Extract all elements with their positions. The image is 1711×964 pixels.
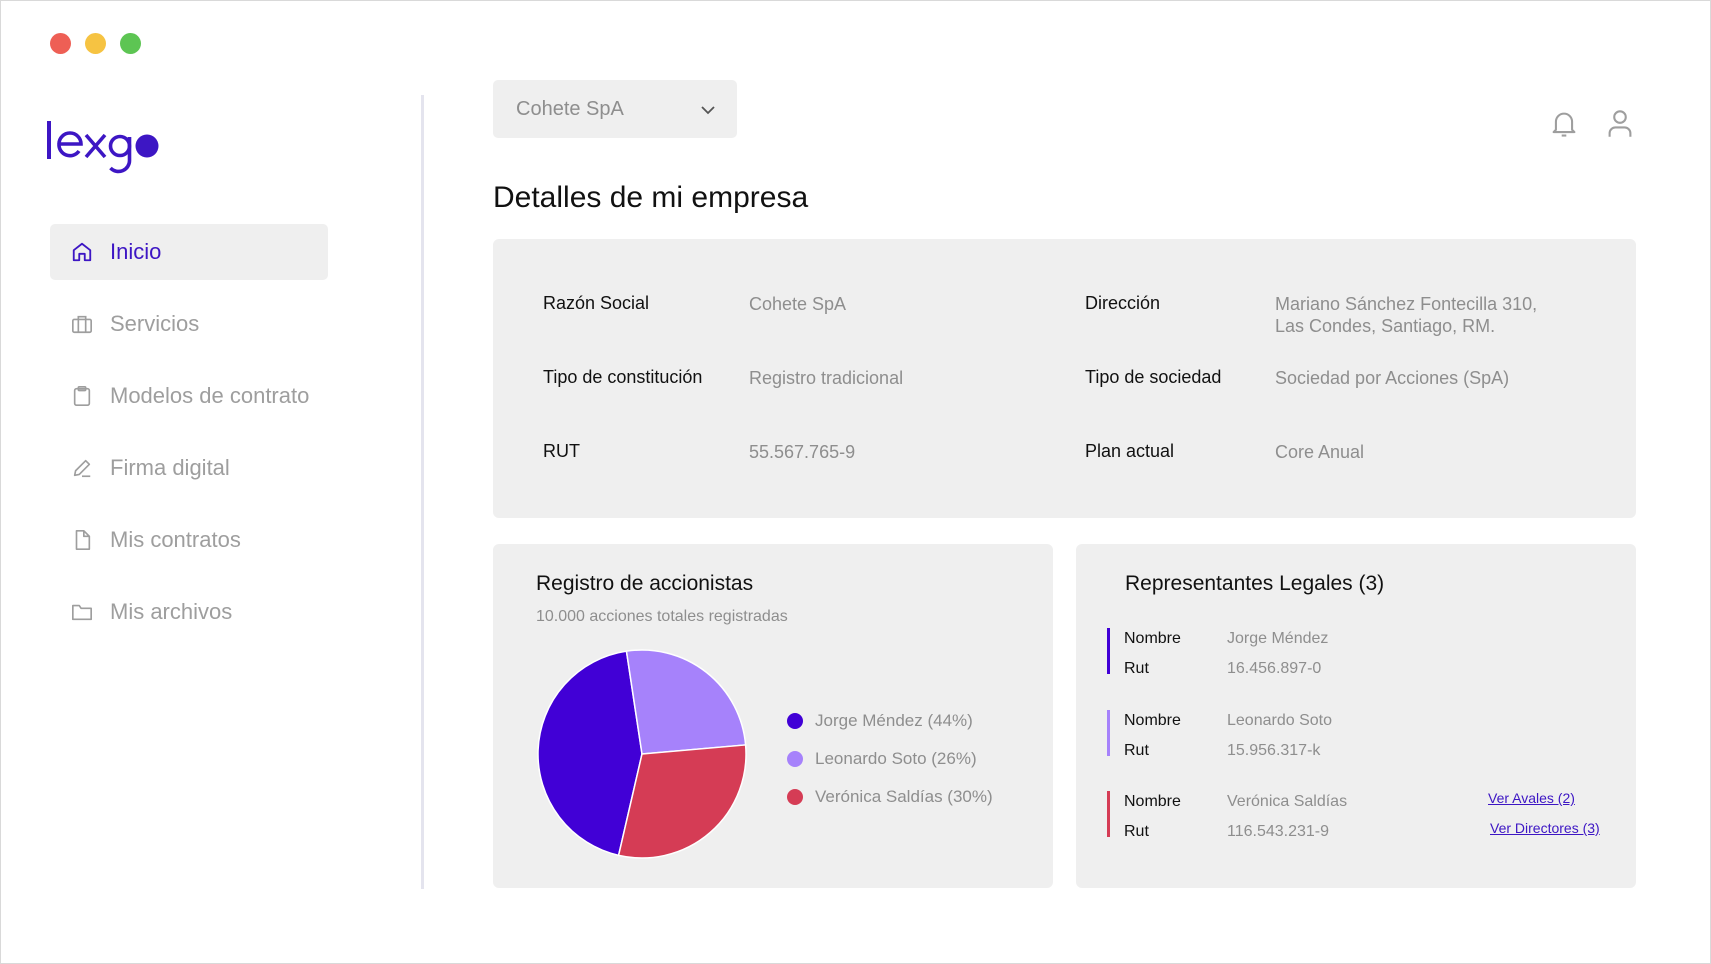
close-window-button[interactable] [50,33,71,54]
rep-rut: 16.456.897-0 [1227,660,1322,677]
rep-rut-key: Rut [1124,823,1149,840]
sidebar-item-archivos[interactable]: Mis archivos [50,584,328,640]
ver-directores-link[interactable]: Ver Directores (3) [1490,820,1600,836]
rep-item: Nombre Leonardo Soto Rut 15.956.317-k [1107,710,1617,760]
home-icon [70,240,94,264]
lexgo-logo[interactable] [47,119,177,190]
rep-color-bar [1107,791,1110,837]
rep-name: Verónica Saldías [1227,793,1348,810]
sidebar-item-servicios[interactable]: Servicios [50,296,328,352]
rep-rut: 15.956.317-k [1227,742,1321,759]
page-title: Detalles de mi empresa [493,181,809,214]
rep-item: Nombre Jorge Méndez Rut 16.456.897-0 [1107,628,1617,678]
tipo-constitucion-value: Registro tradicional [749,368,904,388]
legend-item: Leonardo Soto (26%) [787,740,993,778]
shareholders-card: Registro de accionistas 10.000 acciones … [493,544,1053,888]
direccion-line2: Las Condes, Santiago, RM. [1275,316,1496,336]
legend-dot [787,713,803,729]
rep-rut-key: Rut [1124,660,1149,677]
shareholders-pie-chart [537,649,747,859]
chevron-down-icon [701,98,715,121]
pen-icon [70,456,94,480]
legend-label: Leonardo Soto (26%) [815,749,977,768]
sidebar-item-contratos[interactable]: Mis contratos [50,512,328,568]
rep-name: Jorge Méndez [1227,630,1329,647]
tipo-sociedad-label: Tipo de sociedad [1085,367,1222,387]
shareholders-title: Registro de accionistas [536,572,754,595]
legal-representatives-card: Representantes Legales (3) Nombre Jorge … [1076,544,1636,888]
sidebar-item-modelos[interactable]: Modelos de contrato [50,368,328,424]
sidebar-item-label: Mis archivos [110,599,233,624]
legend-item: Jorge Méndez (44%) [787,702,993,740]
direccion-label: Dirección [1085,293,1161,313]
legend-item: Verónica Saldías (30%) [787,778,993,816]
minimize-window-button[interactable] [85,33,106,54]
bell-icon[interactable] [1550,109,1578,139]
razon-social-value: Cohete SpA [749,294,847,314]
maximize-window-button[interactable] [120,33,141,54]
legend-label: Jorge Méndez (44%) [815,711,973,730]
pie-slice [625,649,747,755]
rut-label: RUT [543,441,580,461]
clipboard-icon [70,384,94,408]
window-controls [50,33,141,54]
folder-icon [70,600,94,624]
briefcase-icon [70,312,94,336]
ver-avales-link[interactable]: Ver Avales (2) [1488,790,1575,806]
tipo-constitucion-label: Tipo de constitución [543,367,703,387]
direccion-value: Mariano Sánchez Fontecilla 310, Las Cond… [1275,293,1537,337]
legend-label: Verónica Saldías (30%) [815,787,993,806]
direccion-line1: Mariano Sánchez Fontecilla 310, [1275,294,1538,314]
rep-color-bar [1107,628,1110,674]
sidebar-item-label: Servicios [110,311,200,336]
rep-rut: 116.543.231-9 [1227,823,1330,840]
rep-color-bar [1107,710,1110,756]
sidebar-item-label: Modelos de contrato [110,383,310,408]
user-icon[interactable] [1606,109,1634,139]
pie-legend: Jorge Méndez (44%) Leonardo Soto (26%) Ver… [787,702,993,816]
rep-name-key: Nombre [1124,793,1181,810]
plan-value: Core Anual [1275,442,1365,462]
plan-label: Plan actual [1085,441,1175,461]
sidebar-item-firma[interactable]: Firma digital [50,440,328,496]
sidebar-item-label: Inicio [110,239,162,264]
shareholders-subtitle: 10.000 acciones totales registradas [536,608,788,625]
rep-name: Leonardo Soto [1227,712,1332,729]
sidebar-divider [421,95,424,889]
company-details-card: Razón Social Cohete SpA Tipo de constitu… [493,239,1636,518]
legend-dot [787,789,803,805]
header-actions [1550,109,1634,139]
razon-social-label: Razón Social [543,293,650,313]
rep-name-key: Nombre [1124,630,1181,647]
company-select[interactable]: Cohete SpA [493,80,737,138]
rep-name-key: Nombre [1124,712,1181,729]
legal-title: Representantes Legales (3) [1125,572,1385,595]
legend-dot [787,751,803,767]
rep-rut-key: Rut [1124,742,1149,759]
sidebar-item-inicio[interactable]: Inicio [50,224,328,280]
app-window: Inicio Servicios Modelos de contrato Fir… [0,0,1711,964]
rut-value: 55.567.765-9 [749,442,856,462]
company-select-value: Cohete SpA [516,97,624,120]
sidebar-nav: Inicio Servicios Modelos de contrato Fir… [50,224,328,656]
tipo-sociedad-value: Sociedad por Acciones (SpA) [1275,368,1510,388]
sidebar-item-label: Mis contratos [110,527,241,552]
document-icon [70,528,94,552]
sidebar-item-label: Firma digital [110,455,230,480]
